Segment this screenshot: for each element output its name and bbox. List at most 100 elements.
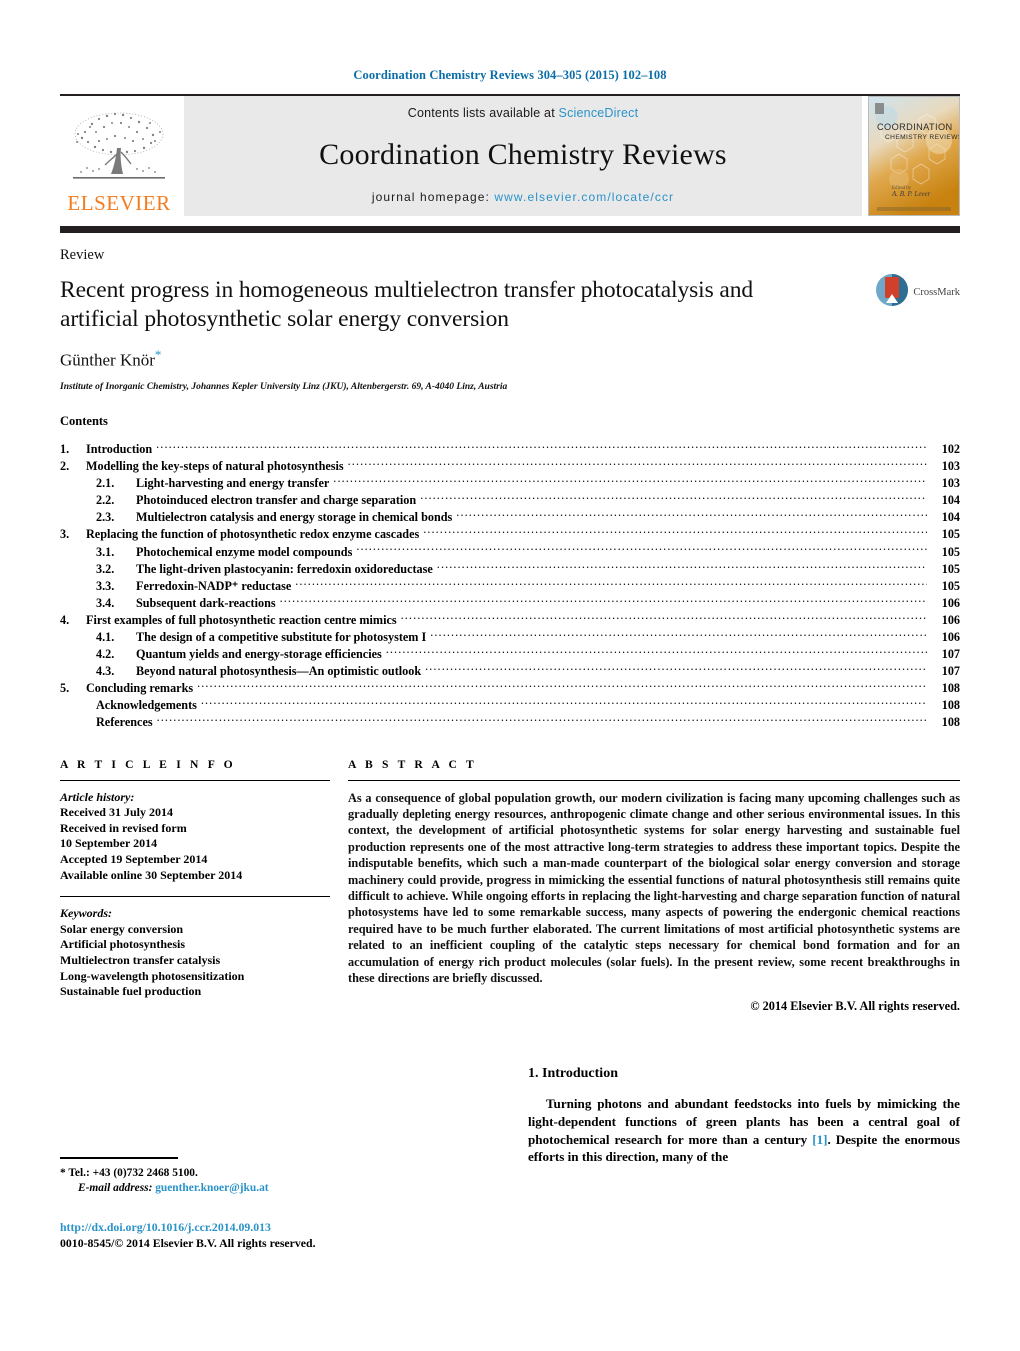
body-columns: 1. Introduction Turning photons and abun…: [60, 1066, 960, 1236]
abstract-heading: A B S T R A C T: [348, 757, 477, 771]
journal-cover-thumbnail[interactable]: COORDINATION CHEMISTRY REVIEWS Edited by…: [868, 96, 960, 216]
toc-page-number: 104: [941, 510, 960, 525]
journal-masthead: ELSEVIER Contents lists available at Sci…: [60, 94, 960, 216]
toc-entry[interactable]: 3. Replacing the function of photosynthet…: [60, 526, 960, 543]
homepage-url-link[interactable]: www.elsevier.com/locate/ccr: [494, 190, 674, 204]
toc-label: References: [96, 715, 153, 730]
column-gap: [330, 758, 348, 1015]
crossmark-badge[interactable]: CrossMark: [875, 273, 960, 312]
toc-leader: [456, 509, 927, 521]
toc-page-number: 107: [941, 664, 960, 679]
title-block: Review Recent progress in homogeneous mu…: [60, 247, 960, 392]
toc-entry[interactable]: 3.3. Ferredoxin-NADP⁺ reductase 105: [60, 578, 960, 595]
history-item: Received in revised form: [60, 820, 187, 835]
keyword-item: Artificial photosynthesis: [60, 937, 186, 952]
toc-leader: [280, 595, 927, 607]
toc-entry[interactable]: 2.2. Photoinduced electron transfer and c…: [60, 492, 960, 509]
toc-page-number: 104: [941, 493, 960, 508]
toc-entry[interactable]: 4.2. Quantum yields and energy-storage ef…: [60, 646, 960, 663]
toc-label: Multielectron catalysis and energy stora…: [136, 510, 453, 525]
toc-label: Photochemical enzyme model compounds: [136, 544, 353, 559]
toc-label: The design of a competitive substitute f…: [136, 630, 427, 644]
keyword-item: Multielectron transfer catalysis: [60, 952, 221, 967]
toc-label: Photoinduced electron transfer and charg…: [136, 493, 417, 508]
toc-leader: [425, 663, 927, 675]
toc-entry[interactable]: 3.2. The light-driven plastocyanin: ferre…: [60, 561, 960, 578]
toc-entry[interactable]: 3.1. Photochemical enzyme model compounds…: [60, 544, 960, 561]
toc-entry[interactable]: 4.3. Beyond natural photosynthesis—An opt…: [60, 663, 960, 680]
toc-entry[interactable]: 1. Introduction 102: [60, 441, 960, 458]
toc-page-number: 103: [941, 459, 960, 474]
toc-number: 4.: [60, 612, 70, 627]
toc-entry[interactable]: References 108: [60, 714, 960, 731]
corresponding-author-footnote: * Tel.: +43 (0)732 2468 5100. E-mail add…: [60, 1157, 480, 1196]
citation-link-1[interactable]: [1]: [812, 1132, 827, 1147]
toc-leader: [197, 680, 927, 692]
toc-number: 3.: [60, 527, 70, 542]
toc-leader: [386, 646, 927, 658]
toc-label: Ferredoxin-NADP⁺ reductase: [136, 578, 292, 593]
toc-page-number: 103: [941, 476, 960, 491]
journal-band: Contents lists available at ScienceDirec…: [184, 96, 862, 216]
toc-entry[interactable]: 4.1. The design of a competitive substitu…: [60, 629, 960, 646]
toc-number: 4.3.: [96, 664, 115, 679]
toc-page-number: 108: [941, 715, 960, 730]
toc-entry[interactable]: 5. Concluding remarks 108: [60, 680, 960, 697]
toc-leader: [157, 714, 927, 726]
toc-page-number: 105: [941, 544, 960, 559]
toc-entry[interactable]: 2.1. Light-harvesting and energy transfer…: [60, 475, 960, 492]
toc-leader: [295, 578, 927, 590]
toc-label: Replacing the function of photosynthetic…: [86, 527, 420, 542]
journal-homepage-line: journal homepage: www.elsevier.com/locat…: [372, 190, 674, 204]
toc-number: 5.: [60, 681, 70, 696]
contents-available-prefix: Contents lists available at: [407, 106, 559, 120]
toc-entry[interactable]: 2.3. Multielectron catalysis and energy s…: [60, 509, 960, 526]
elsevier-logo[interactable]: ELSEVIER: [60, 96, 178, 216]
section-heading-introduction: 1. Introduction: [528, 1066, 618, 1082]
journal-title: Coordination Chemistry Reviews: [319, 138, 727, 171]
toc-label: First examples of full photosynthetic re…: [86, 612, 397, 627]
toc-label: Subsequent dark-reactions: [136, 595, 276, 610]
body-column-right: 1. Introduction Turning photons and abun…: [528, 1066, 960, 1236]
elsevier-tree-icon: [65, 108, 173, 192]
toc-leader: [201, 697, 927, 709]
sciencedirect-link[interactable]: ScienceDirect: [559, 106, 639, 120]
toc-number: 4.1.: [96, 630, 115, 644]
svg-text:COORDINATION: COORDINATION: [877, 122, 953, 132]
toc-leader: [430, 629, 927, 641]
toc-label: Beyond natural photosynthesis—An optimis…: [136, 664, 422, 679]
toc-entry[interactable]: Acknowledgements 108: [60, 697, 960, 714]
page-title: Recent progress in homogeneous multielec…: [60, 277, 754, 332]
svg-text:CHEMISTRY REVIEWS: CHEMISTRY REVIEWS: [885, 134, 959, 141]
keyword-item: Long-wavelength photosensitization: [60, 968, 245, 983]
toc-number: 2.: [60, 459, 70, 474]
toc-number: 3.2.: [96, 561, 115, 576]
history-item: Available online 30 September 2014: [60, 867, 243, 882]
toc-leader: [356, 544, 927, 556]
toc-page-number: 105: [941, 578, 960, 593]
toc-number: 3.4.: [96, 595, 115, 610]
toc-entry[interactable]: 2. Modelling the key-steps of natural pho…: [60, 458, 960, 475]
abstract-copyright: © 2014 Elsevier B.V. All rights reserved…: [750, 999, 960, 1014]
article-type-label: Review: [60, 247, 105, 263]
toc-entry[interactable]: 3.4. Subsequent dark-reactions 106: [60, 595, 960, 612]
toc-page-number: 102: [941, 441, 960, 456]
corresponding-author-marker[interactable]: *: [155, 347, 162, 362]
toc-number: 3.1.: [96, 544, 115, 559]
toc-entry[interactable]: 4. First examples of full photosynthetic …: [60, 612, 960, 629]
toc-label: Introduction: [86, 441, 153, 456]
toc-leader: [437, 561, 927, 573]
toc-page-number: 107: [941, 647, 960, 662]
imprint-block: http://dx.doi.org/10.1016/j.ccr.2014.09.…: [60, 1219, 316, 1251]
keyword-item: Sustainable fuel production: [60, 984, 202, 999]
abstract-column: A B S T R A C T As a consequence of glob…: [348, 758, 960, 1015]
toc-page-number: 105: [941, 561, 960, 576]
affiliation: Institute of Inorganic Chemistry, Johann…: [60, 381, 508, 392]
footnote-divider: [60, 1157, 178, 1159]
doi-link[interactable]: http://dx.doi.org/10.1016/j.ccr.2014.09.…: [60, 1219, 316, 1235]
history-item: Accepted 19 September 2014: [60, 851, 208, 866]
toc-label: The light-driven plastocyanin: ferredoxi…: [136, 561, 433, 576]
keywords-label: Keywords:: [60, 906, 112, 921]
toc-number: 2.2.: [96, 493, 115, 508]
email-address-link[interactable]: guenther.knoer@jku.at: [155, 1182, 268, 1194]
